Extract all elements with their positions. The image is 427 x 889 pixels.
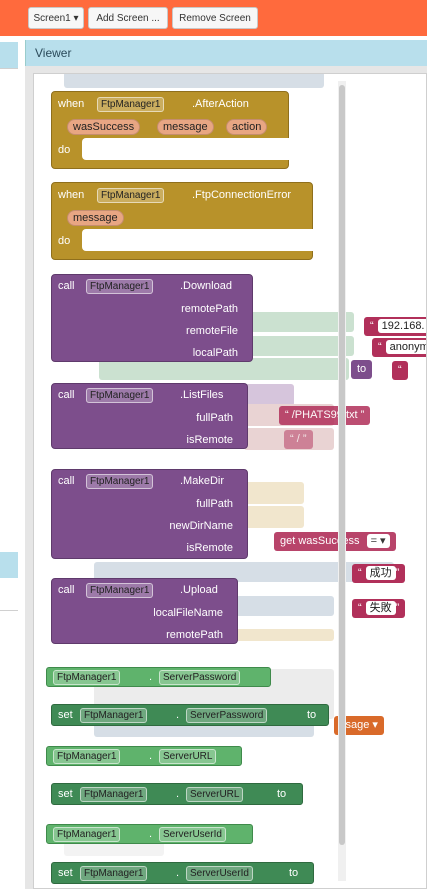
property-dropdown[interactable]: ServerURL <box>159 749 217 764</box>
do-slot[interactable] <box>82 229 314 251</box>
text-slash[interactable]: “ / ” <box>284 430 313 449</box>
component-dropdown[interactable]: FtpManager1 <box>97 97 165 112</box>
component-dropdown[interactable]: FtpManager1 <box>53 670 121 685</box>
left-panel-header <box>0 42 18 68</box>
dot-label: . <box>149 828 153 840</box>
ghost-upload <box>244 384 294 406</box>
call-label: call <box>58 389 75 401</box>
get-server-url-block[interactable]: FtpManager1 . ServerURL <box>46 746 242 766</box>
compare-block[interactable]: get wasSuccess = ▾ <box>274 532 396 551</box>
to-label: to <box>277 788 287 800</box>
property-dropdown[interactable]: ServerPassword <box>186 708 268 723</box>
call-label: call <box>58 584 75 596</box>
listfiles-method-block[interactable]: call FtpManager1 .ListFiles fullPath isR… <box>51 383 248 449</box>
dot-label: . <box>149 750 153 762</box>
component-dropdown[interactable]: FtpManager1 <box>97 188 165 203</box>
param-was-success[interactable]: wasSuccess <box>67 119 141 135</box>
param-action[interactable]: action <box>226 119 268 135</box>
set-server-url-block[interactable]: set FtpManager1 . ServerURL to <box>51 783 303 805</box>
component-dropdown[interactable]: FtpManager1 <box>86 279 154 294</box>
component-dropdown[interactable]: FtpManager1 <box>80 708 148 723</box>
arg-full-path: fullPath <box>196 412 233 424</box>
viewer-header: Viewer <box>25 40 427 66</box>
ghost-set-textbox <box>64 74 324 88</box>
left-panel-header-2 <box>0 552 18 578</box>
property-dropdown[interactable]: ServerPassword <box>159 670 241 685</box>
arg-remote-path: remotePath <box>181 303 238 315</box>
param-message[interactable]: message <box>157 119 214 135</box>
text-fail[interactable]: “失敗” <box>352 599 406 618</box>
to-label: to <box>289 867 299 879</box>
left-panel-divider-2 <box>0 610 18 611</box>
dot-label: . <box>176 788 180 800</box>
set-label: set <box>58 788 73 800</box>
event-name: .AfterAction <box>192 98 249 110</box>
component-dropdown[interactable]: FtpManager1 <box>86 388 154 403</box>
arg-full-path: fullPath <box>196 498 233 510</box>
arg-is-remote: isRemote <box>186 542 233 554</box>
component-dropdown[interactable]: FtpManager1 <box>80 787 148 802</box>
set-server-userid-block[interactable]: set FtpManager1 . ServerUserId to <box>51 862 314 884</box>
to-socket: to <box>351 360 373 379</box>
get-server-userid-block[interactable]: FtpManager1 . ServerUserId <box>46 824 253 844</box>
screen-select-dropdown[interactable]: Screen1 ▾ <box>28 7 84 29</box>
arg-new-dir-name: newDirName <box>169 520 233 532</box>
get-server-password-block[interactable]: FtpManager1 . ServerPassword <box>46 667 271 687</box>
method-name: .ListFiles <box>180 389 224 401</box>
remove-screen-button[interactable]: Remove Screen <box>172 7 258 29</box>
scrollbar-thumb[interactable] <box>339 85 345 845</box>
arg-local-path: localPath <box>192 347 238 359</box>
arg-local-file-name: localFileName <box>153 607 223 619</box>
add-screen-button[interactable]: Add Screen ... <box>88 7 168 29</box>
dot-label: . <box>176 867 180 879</box>
property-dropdown[interactable]: ServerUserId <box>159 827 226 842</box>
property-dropdown[interactable]: ServerURL <box>186 787 244 802</box>
component-dropdown[interactable]: FtpManager1 <box>86 583 154 598</box>
component-dropdown[interactable]: FtpManager1 <box>53 749 121 764</box>
ghost-text <box>234 596 334 616</box>
after-action-event-block[interactable]: when FtpManager1 .AfterAction wasSuccess… <box>51 91 290 169</box>
download-method-block[interactable]: call FtpManager1 .Download remotePath re… <box>51 274 253 362</box>
viewer-title: Viewer <box>35 46 72 60</box>
text-empty[interactable]: “ <box>392 361 408 380</box>
dot-label: . <box>176 709 180 721</box>
when-label: when <box>58 189 85 201</box>
component-dropdown[interactable]: FtpManager1 <box>80 866 148 881</box>
text-anonymous[interactable]: “anonym <box>372 338 426 357</box>
set-label: set <box>58 867 73 879</box>
method-name: .Upload <box>180 584 218 596</box>
blocks-workspace[interactable]: “192.168. “anonym to “ “ /PHATS99.txt ” … <box>33 73 427 889</box>
text-ip[interactable]: “192.168. <box>364 317 426 336</box>
component-dropdown[interactable]: FtpManager1 <box>53 827 121 842</box>
dot-label: . <box>149 671 153 683</box>
text-success[interactable]: “成功” <box>352 564 406 583</box>
component-dropdown[interactable]: FtpManager1 <box>86 474 154 489</box>
left-panel <box>0 40 18 889</box>
do-label: do <box>58 144 71 156</box>
ftp-error-event-block[interactable]: when FtpManager1 .FtpConnectionError mes… <box>51 182 314 260</box>
to-label: to <box>307 709 317 721</box>
arg-is-remote: isRemote <box>186 434 233 446</box>
property-dropdown[interactable]: ServerUserId <box>186 866 253 881</box>
set-label: set <box>58 709 73 721</box>
makedir-method-block[interactable]: call FtpManager1 .MakeDir fullPath newDi… <box>51 469 248 559</box>
when-label: when <box>58 98 85 110</box>
method-name: .Download <box>180 280 232 292</box>
ghost-bar <box>234 629 334 641</box>
event-name: .FtpConnectionError <box>192 189 292 201</box>
left-panel-divider <box>0 68 18 69</box>
top-toolbar: Screen1 ▾ Add Screen ... Remove Screen <box>0 0 427 36</box>
set-server-password-block[interactable]: set FtpManager1 . ServerPassword to <box>51 704 329 726</box>
upload-method-block[interactable]: call FtpManager1 .Upload localFileName r… <box>51 578 238 644</box>
param-message[interactable]: message <box>67 210 124 226</box>
arg-remote-path: remotePath <box>166 629 223 641</box>
arg-remote-file: remoteFile <box>186 325 238 337</box>
call-label: call <box>58 475 75 487</box>
method-name: .MakeDir <box>180 475 225 487</box>
do-slot[interactable] <box>82 138 290 160</box>
text-file[interactable]: “ /PHATS99.txt ” <box>279 406 371 425</box>
call-label: call <box>58 280 75 292</box>
do-label: do <box>58 235 71 247</box>
